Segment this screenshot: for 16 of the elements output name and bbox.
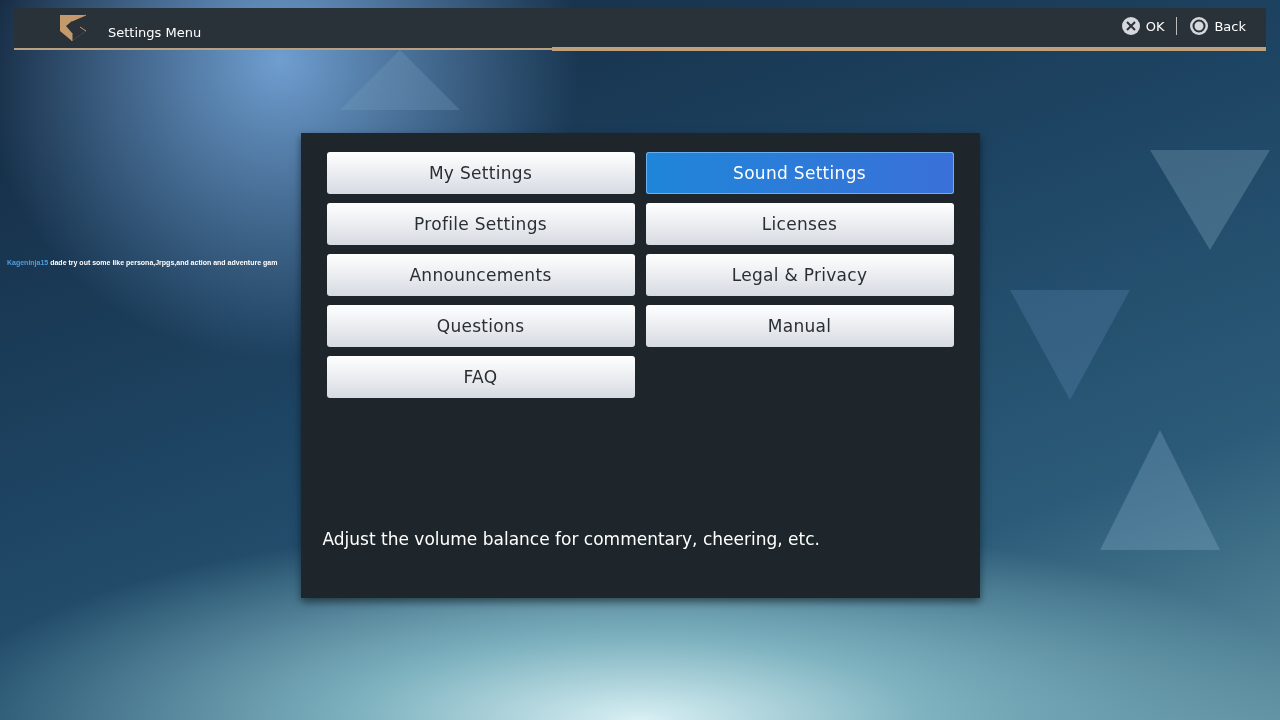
menu-button[interactable]: Announcements <box>326 254 635 296</box>
description-text: Adjust the volume balance for commentary, cheering, etc. <box>322 529 821 549</box>
menu-button[interactable]: Manual <box>645 305 954 347</box>
menu-button[interactable]: FAQ <box>326 356 635 398</box>
menu-button[interactable]: Profile Settings <box>326 203 635 245</box>
menu-button[interactable]: My Settings <box>326 152 635 194</box>
menu-button[interactable]: Licenses <box>645 203 954 245</box>
menu-button[interactable]: Legal & Privacy <box>645 254 954 296</box>
back-button[interactable]: Back <box>1189 16 1246 36</box>
shield-logo-icon <box>58 13 88 43</box>
circle-icon <box>1189 16 1210 36</box>
cross-icon <box>1120 16 1141 36</box>
menu-button[interactable]: Questions <box>326 305 635 347</box>
menu-button[interactable]: Sound Settings <box>645 152 954 194</box>
ok-button[interactable]: OK <box>1120 16 1165 36</box>
header-title: Settings Menu <box>108 24 202 40</box>
